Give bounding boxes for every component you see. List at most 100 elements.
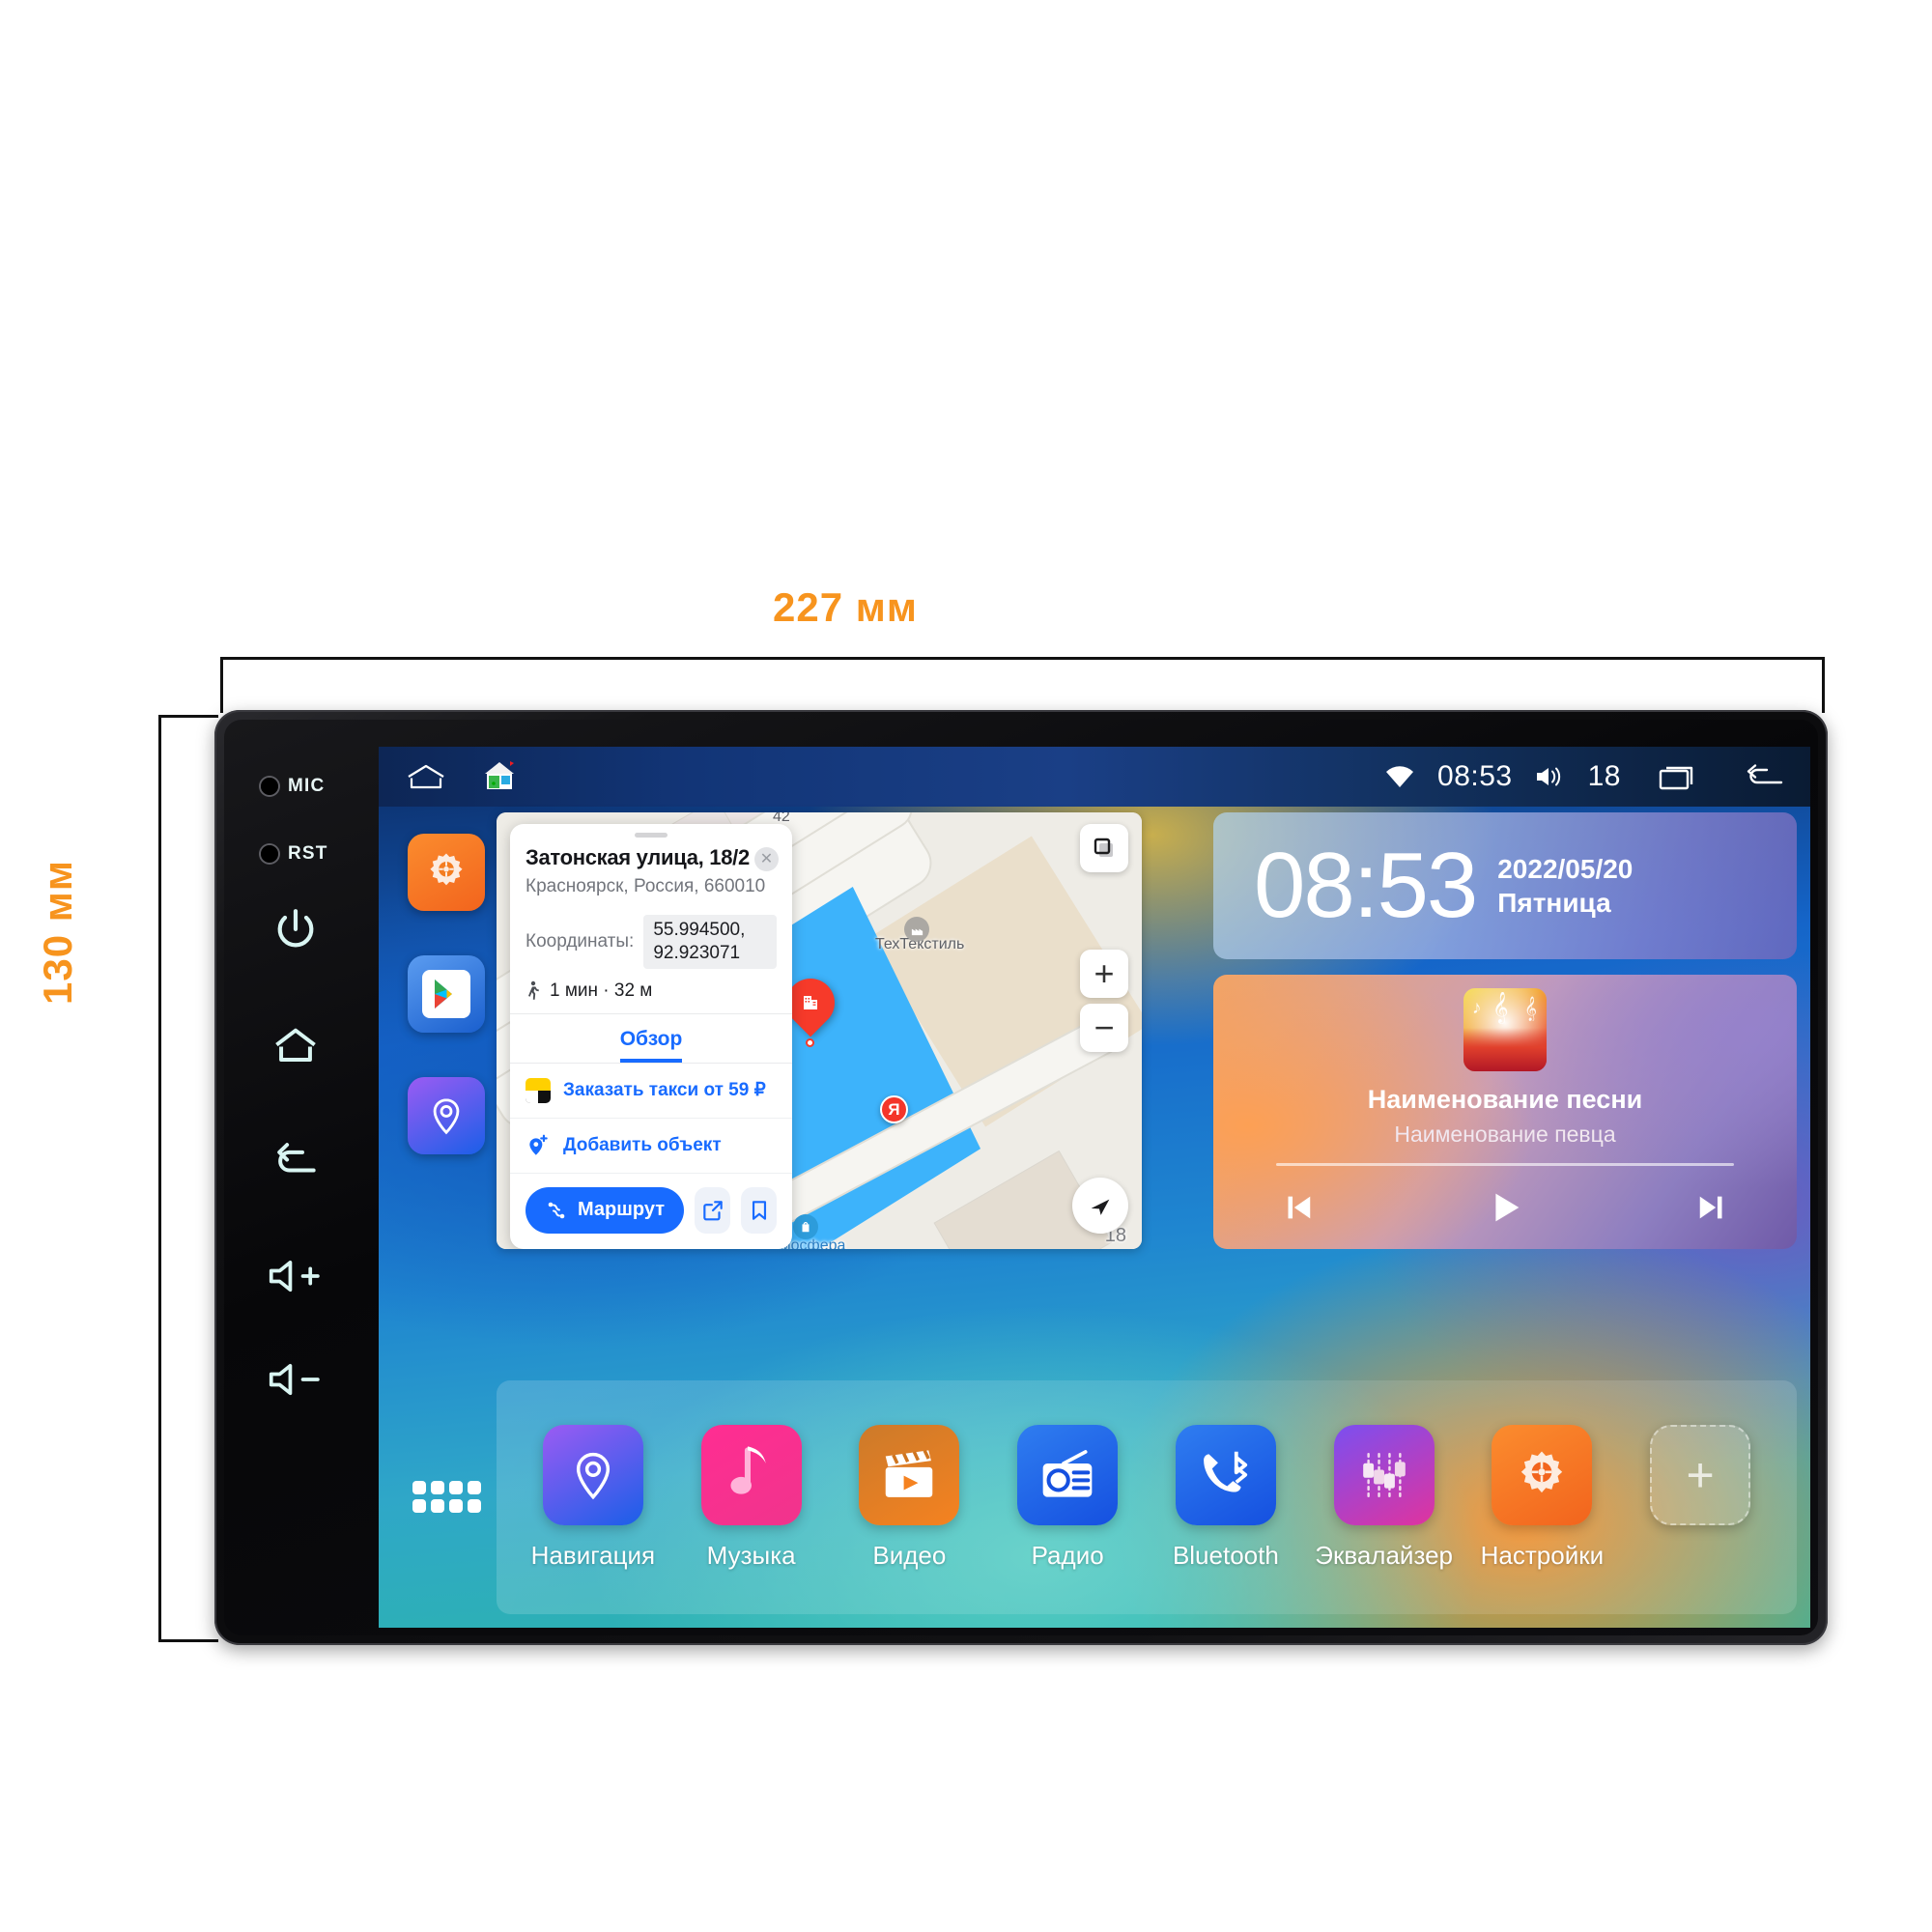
dock-label-music: Музыка: [706, 1540, 796, 1570]
map-layers-icon: [1094, 838, 1113, 857]
shop-bag-icon[interactable]: [793, 1214, 818, 1239]
rst-hole-icon[interactable]: [261, 845, 278, 863]
equalizer-icon: [1362, 1452, 1406, 1497]
close-icon[interactable]: ✕: [754, 847, 779, 871]
card-drag-handle[interactable]: [635, 833, 668, 838]
width-dimension-tick-left: [220, 657, 223, 713]
dock-label-navigation: Навигация: [530, 1540, 656, 1570]
add-shortcut-icon: +: [1650, 1424, 1751, 1525]
dock-label-radio: Радио: [1031, 1540, 1104, 1570]
clock-time: 08:53: [1254, 834, 1478, 937]
volume-down-button[interactable]: [263, 1352, 330, 1406]
left-bezel: MIC RST: [224, 720, 379, 1635]
dock-item-video[interactable]: Видео: [831, 1424, 989, 1571]
share-button[interactable]: [695, 1186, 731, 1234]
factory-icon[interactable]: [904, 917, 929, 942]
gear-icon: [1521, 1450, 1563, 1492]
home-button[interactable]: [269, 1019, 323, 1073]
height-dimension-tick-top: [158, 715, 218, 718]
music-controls: [1278, 1185, 1732, 1230]
clock-date: 2022/05/20: [1497, 854, 1634, 884]
dock-item-music[interactable]: Музыка: [672, 1424, 831, 1571]
width-dimension-line: [220, 657, 1825, 660]
width-dimension-tick-right: [1822, 657, 1825, 713]
skip-previous-button[interactable]: [1278, 1187, 1319, 1228]
map-locate-button[interactable]: [1072, 1178, 1128, 1234]
map-widget[interactable]: 42 ТехТекстиль Атмосфера 18 Я + − ✕ Зато…: [497, 812, 1142, 1249]
card-buttons: Маршрут: [510, 1174, 792, 1249]
volume-up-button[interactable]: [263, 1249, 330, 1303]
add-place-pin-icon: [529, 1134, 548, 1155]
power-button[interactable]: [269, 903, 323, 957]
bookmark-button[interactable]: [741, 1186, 777, 1234]
house-app-icon[interactable]: [481, 759, 518, 794]
dock-item-add[interactable]: + ·: [1621, 1424, 1779, 1571]
gear-icon: [430, 853, 463, 886]
radio-icon: [1042, 1449, 1093, 1497]
volume-icon[interactable]: [1534, 762, 1567, 791]
card-header: ✕ Затонская улица, 18/2 Красноярск, Росс…: [510, 843, 792, 907]
back-button[interactable]: [269, 1133, 323, 1187]
skip-next-button[interactable]: [1691, 1187, 1732, 1228]
dock-label-equalizer: Эквалайзер: [1315, 1540, 1453, 1570]
place-title: Затонская улица, 18/2: [526, 845, 750, 869]
device-inner-bezel: MIC RST 08:53 18 42 ТехТекстиль Атмосфер…: [224, 720, 1818, 1635]
height-dimension-line: [158, 715, 161, 1642]
map-zoom-out-button[interactable]: −: [1080, 1004, 1128, 1052]
dock-item-equalizer[interactable]: Эквалайзер: [1305, 1424, 1463, 1571]
coordinates-row: Координаты: 55.994500, 92.923071: [510, 907, 792, 980]
share-icon: [702, 1200, 723, 1220]
rail-play-store[interactable]: [408, 955, 485, 1033]
wifi-icon: [1383, 762, 1416, 791]
music-progress-bar[interactable]: [1276, 1163, 1734, 1166]
touchscreen[interactable]: 08:53 18 42 ТехТекстиль Атмосфера 18 Я +…: [379, 747, 1810, 1628]
bluetooth-tile: [1175, 1424, 1276, 1525]
add-object-action[interactable]: Добавить объект: [510, 1119, 792, 1174]
dock-label-bluetooth: Bluetooth: [1172, 1540, 1279, 1570]
order-taxi-action[interactable]: Заказать такси от 59 ₽: [510, 1064, 792, 1119]
map-layers-button[interactable]: [1080, 824, 1128, 872]
dock-item-radio[interactable]: Радио: [988, 1424, 1147, 1571]
home-outline-icon[interactable]: [404, 760, 448, 793]
volume-value: 18: [1587, 760, 1621, 792]
radio-tile: [1017, 1424, 1119, 1525]
height-dimension-label: 130 мм: [35, 860, 80, 1005]
settings-tile: [1492, 1424, 1593, 1525]
clock-widget[interactable]: 08:53 2022/05/20 Пятница: [1213, 812, 1797, 959]
route-button[interactable]: Маршрут: [526, 1186, 685, 1234]
bookmark-icon: [752, 1200, 766, 1220]
music-tile: [700, 1424, 802, 1525]
play-icon: [1495, 1193, 1520, 1222]
dock-item-navigation[interactable]: Навигация: [514, 1424, 672, 1571]
tab-overview[interactable]: Обзор: [619, 1028, 683, 1063]
app-drawer-button[interactable]: [396, 1481, 497, 1513]
place-info-card[interactable]: ✕ Затонская улица, 18/2 Красноярск, Росс…: [510, 824, 792, 1249]
order-taxi-label: Заказать такси от 59 ₽: [563, 1080, 766, 1100]
add-object-label: Добавить объект: [563, 1134, 722, 1155]
clock-date-block: 2022/05/20 Пятница: [1497, 852, 1633, 920]
dock-item-settings[interactable]: Настройки: [1463, 1424, 1622, 1571]
coordinates-label: Координаты:: [526, 930, 635, 952]
dock-label-video: Видео: [872, 1540, 947, 1570]
play-button[interactable]: [1483, 1185, 1527, 1230]
pedestrian-icon: [528, 980, 539, 1000]
home-content: 42 ТехТекстиль Атмосфера 18 Я + − ✕ Зато…: [497, 812, 1797, 1618]
width-dimension-label: 227 мм: [773, 584, 918, 630]
taxi-icon: [526, 1077, 551, 1103]
status-back-icon[interactable]: [1739, 760, 1785, 793]
rail-navigation[interactable]: [408, 1077, 485, 1154]
coordinates-value[interactable]: 55.994500, 92.923071: [643, 915, 777, 969]
route-icon: [548, 1202, 565, 1218]
app-rail: [396, 834, 497, 1199]
yandex-marker[interactable]: Я: [880, 1095, 908, 1123]
music-player-widget[interactable]: ♪ 𝄞 𝄞 Наименование песни Наименование пе…: [1213, 975, 1797, 1249]
status-bar: 08:53 18: [379, 747, 1810, 807]
walk-time-text: 1 мин · 32 м: [550, 980, 653, 1001]
car-head-unit-device: MIC RST 08:53 18 42 ТехТекстиль Атмосфер…: [214, 710, 1828, 1645]
clapperboard-icon: [886, 1449, 933, 1497]
dock-item-bluetooth[interactable]: Bluetooth: [1147, 1424, 1305, 1571]
rail-settings[interactable]: [408, 834, 485, 911]
app-dock: Навигация Музыка Видео Радио Bluetooth Э…: [497, 1380, 1797, 1614]
recents-icon[interactable]: [1658, 760, 1702, 793]
map-zoom-in-button[interactable]: +: [1080, 950, 1128, 998]
